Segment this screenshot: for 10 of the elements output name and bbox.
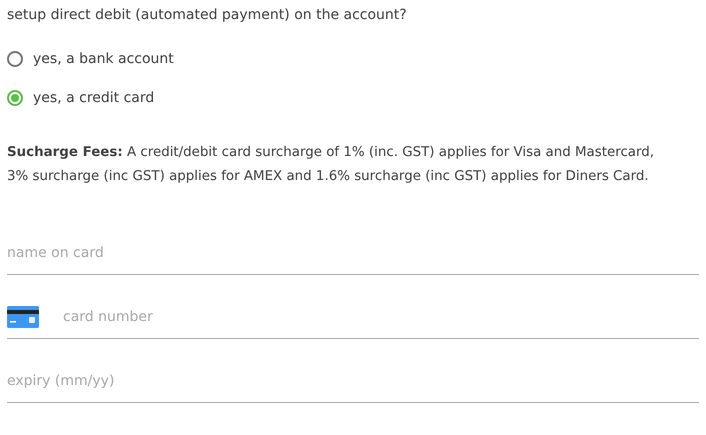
radio-button[interactable] [7, 51, 23, 67]
credit-card-icon [7, 306, 39, 328]
radio-button[interactable] [7, 90, 23, 106]
question-text: setup direct debit (automated payment) on the account? [7, 6, 408, 25]
option-label[interactable]: yes, a credit card [33, 87, 154, 109]
option-label[interactable]: yes, a bank account [33, 48, 174, 70]
input-field[interactable]: name on card [7, 244, 699, 260]
input-field[interactable]: card number [63, 308, 699, 324]
surcharge-notice: Sucharge Fees: A credit/debit card surcharge of 1% (inc. GST) applies for Visa and Mastercard, 3% surcharge (inc GST) applies for AMEX and 1.6% surcharge (inc GST) applies for Diners Card. [7, 144, 656, 186]
input-field[interactable]: expiry (mm/yy) [7, 372, 699, 388]
